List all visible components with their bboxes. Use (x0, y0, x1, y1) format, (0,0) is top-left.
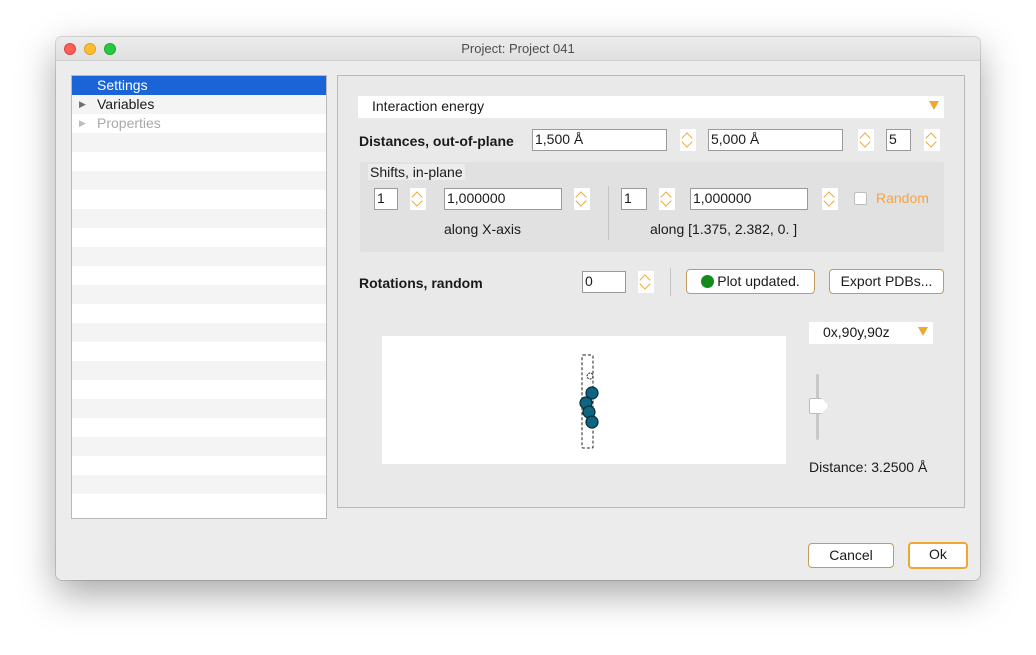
distance-slider[interactable] (809, 374, 842, 442)
distance-start-spinbox[interactable]: 1,500 Å (532, 129, 700, 151)
dropdown-arrow-icon (918, 327, 928, 336)
shifts-group-title: Shifts, in-plane (368, 164, 465, 180)
shift-x-step-spinbox[interactable]: 1,000000 (444, 188, 594, 210)
export-pdbs-label: Export PDBs... (840, 273, 933, 289)
shift-x-step-field[interactable]: 1,000000 (444, 188, 562, 210)
distance-count-spinbox[interactable]: 5 (886, 129, 944, 151)
stepper-arrows-icon[interactable] (822, 188, 838, 210)
random-label: Random (876, 190, 929, 206)
title-bar: Project: Project 041 (56, 37, 980, 61)
shift-x-count-field[interactable]: 1 (374, 188, 398, 210)
atom (585, 415, 599, 429)
tree-item-properties[interactable]: ▶ Properties (72, 114, 326, 133)
mode-select[interactable]: Interaction energy (358, 96, 944, 118)
cancel-button[interactable]: Cancel (808, 543, 894, 568)
view-value: 0x,90y,90z (823, 324, 890, 340)
shift-y-count-spinbox[interactable]: 1 (621, 188, 679, 210)
shift-y-count-field[interactable]: 1 (621, 188, 647, 210)
tree-item-settings[interactable]: Settings (72, 76, 326, 95)
structure-preview[interactable] (382, 336, 786, 464)
dropdown-arrow-icon (929, 101, 939, 110)
stepper-arrows-icon[interactable] (659, 188, 675, 210)
distance-start-field[interactable]: 1,500 Å (532, 129, 667, 151)
export-pdbs-button[interactable]: Export PDBs... (829, 269, 944, 294)
stepper-arrows-icon[interactable] (574, 188, 590, 210)
rotations-field[interactable]: 0 (582, 271, 626, 293)
divider (608, 186, 609, 240)
shift-y-step-field[interactable]: 1,000000 (690, 188, 808, 210)
divider (670, 268, 671, 296)
tree-item-label: Settings (97, 77, 148, 93)
stepper-arrows-icon[interactable] (680, 129, 696, 151)
settings-panel: Interaction energy Distances, out-of-pla… (337, 75, 965, 508)
distance-end-field[interactable]: 5,000 Å (708, 129, 843, 151)
disclosure-triangle-icon[interactable]: ▶ (79, 114, 86, 133)
project-dialog: Project: Project 041 Settings ▶ Variable… (56, 37, 980, 580)
stepper-arrows-icon[interactable] (924, 129, 940, 151)
stepper-arrows-icon[interactable] (858, 129, 874, 151)
window-title: Project: Project 041 (461, 41, 575, 56)
random-checkbox[interactable] (854, 192, 867, 205)
distance-end-spinbox[interactable]: 5,000 Å (708, 129, 878, 151)
distances-label: Distances, out-of-plane (359, 133, 514, 149)
molecule-view (579, 354, 599, 449)
tree-item-variables[interactable]: ▶ Variables (72, 95, 326, 114)
ok-button[interactable]: Ok (908, 542, 968, 569)
cancel-label: Cancel (829, 547, 873, 563)
shift-x-label: along X-axis (444, 221, 522, 237)
distance-count-field[interactable]: 5 (886, 129, 911, 151)
view-select[interactable]: 0x,90y,90z (809, 322, 933, 344)
shift-y-label: along [1.375, 2.382, 0. ] (650, 221, 798, 237)
stepper-arrows-icon[interactable] (410, 188, 426, 210)
disclosure-triangle-icon[interactable]: ▶ (79, 95, 86, 114)
shifts-group: Shifts, in-plane 1 1,000000 along X-axis… (360, 162, 944, 252)
plot-status-label: Plot updated. (717, 273, 800, 289)
shift-y-step-spinbox[interactable]: 1,000000 (690, 188, 842, 210)
status-dot-icon (701, 275, 715, 288)
stepper-arrows-icon[interactable] (638, 271, 654, 293)
distance-readout: Distance: 3.2500 Å (809, 459, 928, 475)
rotations-label: Rotations, random (359, 275, 483, 291)
shift-x-count-spinbox[interactable]: 1 (374, 188, 430, 210)
slider-thumb[interactable] (809, 398, 829, 414)
tree-item-label: Properties (97, 115, 161, 131)
mode-value: Interaction energy (372, 98, 485, 114)
project-tree[interactable]: Settings ▶ Variables ▶ Properties (71, 75, 327, 519)
tree-item-label: Variables (97, 96, 155, 112)
plot-status-button[interactable]: Plot updated. (686, 269, 815, 294)
rotations-spinbox[interactable]: 0 (582, 271, 658, 293)
ok-label: Ok (929, 546, 947, 562)
marker-icon (586, 372, 594, 380)
